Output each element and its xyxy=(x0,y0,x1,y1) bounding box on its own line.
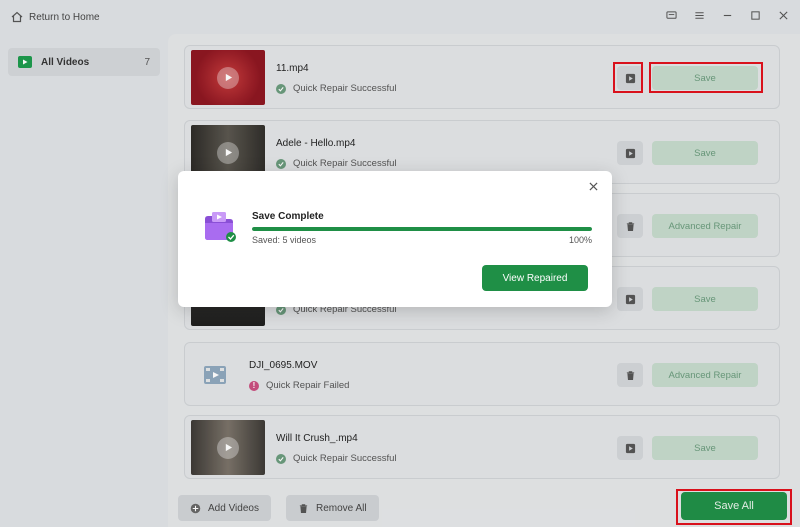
dialog-close-button[interactable] xyxy=(587,180,599,192)
close-icon xyxy=(588,181,598,191)
view-repaired-button[interactable]: View Repaired xyxy=(482,265,588,291)
save-complete-dialog: Save Complete Saved: 5 videos 100% View … xyxy=(178,171,612,307)
saved-count-text: Saved: 5 videos xyxy=(252,235,317,245)
folder-video-icon xyxy=(205,212,236,242)
progress-percent: 100% xyxy=(568,235,592,245)
dialog-title: Save Complete xyxy=(252,211,324,222)
save-progress-bar xyxy=(252,227,592,231)
save-progress-fill xyxy=(252,227,592,231)
